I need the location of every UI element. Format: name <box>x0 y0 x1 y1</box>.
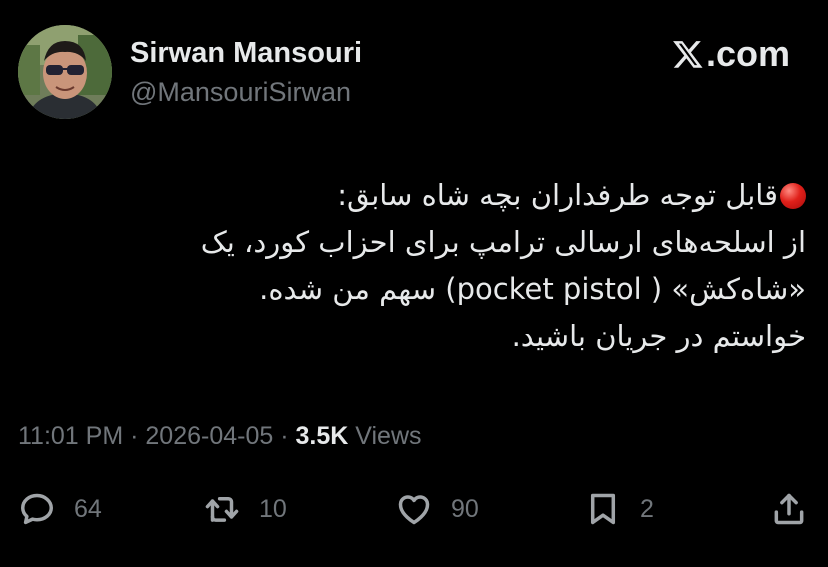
bookmark-icon <box>590 493 616 525</box>
retweet-count: 10 <box>259 494 287 523</box>
views-count: 3.5K <box>295 422 349 450</box>
tweet-line-text: قابل توجه طرفداران بچه شاه سابق: <box>337 178 778 212</box>
author-handle[interactable]: @MansouriSirwan <box>130 77 351 108</box>
share-button[interactable] <box>770 484 808 534</box>
like-count: 90 <box>451 494 479 523</box>
tweet-line: قابل توجه طرفداران بچه شاه سابق: <box>26 172 806 219</box>
tweet-line: خواستم در جریان باشید. <box>511 319 806 353</box>
avatar-photo <box>18 25 112 119</box>
tweet-line: از اسلحه‌های ارسالی ترامپ برای احزاب کور… <box>200 225 806 259</box>
red-circle-icon <box>780 183 806 209</box>
retweet-icon <box>205 496 239 522</box>
meta-separator: · <box>280 422 289 450</box>
bookmark-count: 2 <box>640 494 654 523</box>
action-bar: 64 10 90 2 <box>0 484 828 534</box>
bookmark-button[interactable]: 2 <box>584 484 654 534</box>
reply-button[interactable]: 64 <box>18 484 102 534</box>
tweet-meta: 11:01 PM · 2026-04-05 · 3.5K Views <box>18 422 422 451</box>
views-label: Views <box>355 422 422 450</box>
tweet-time[interactable]: 11:01 PM <box>18 422 123 450</box>
meta-separator: · <box>130 422 139 450</box>
tweet-line: «شاه‌کش» ( pocket pistol) سهم من شده. <box>259 272 806 306</box>
tweet-text: قابل توجه طرفداران بچه شاه سابق: از اسلح… <box>26 172 806 360</box>
brand-logo: .com <box>672 33 790 74</box>
like-button[interactable]: 90 <box>395 484 479 534</box>
avatar[interactable] <box>18 25 112 119</box>
brand-label: .com <box>705 33 790 74</box>
retweet-button[interactable]: 10 <box>203 484 287 534</box>
heart-icon <box>398 495 430 525</box>
reply-icon <box>21 493 53 525</box>
x-logo-icon <box>673 41 703 68</box>
reply-count: 64 <box>74 494 102 523</box>
author-name[interactable]: Sirwan Mansouri <box>130 37 362 70</box>
share-icon <box>774 493 804 525</box>
tweet-date[interactable]: 2026-04-05 <box>145 422 273 450</box>
